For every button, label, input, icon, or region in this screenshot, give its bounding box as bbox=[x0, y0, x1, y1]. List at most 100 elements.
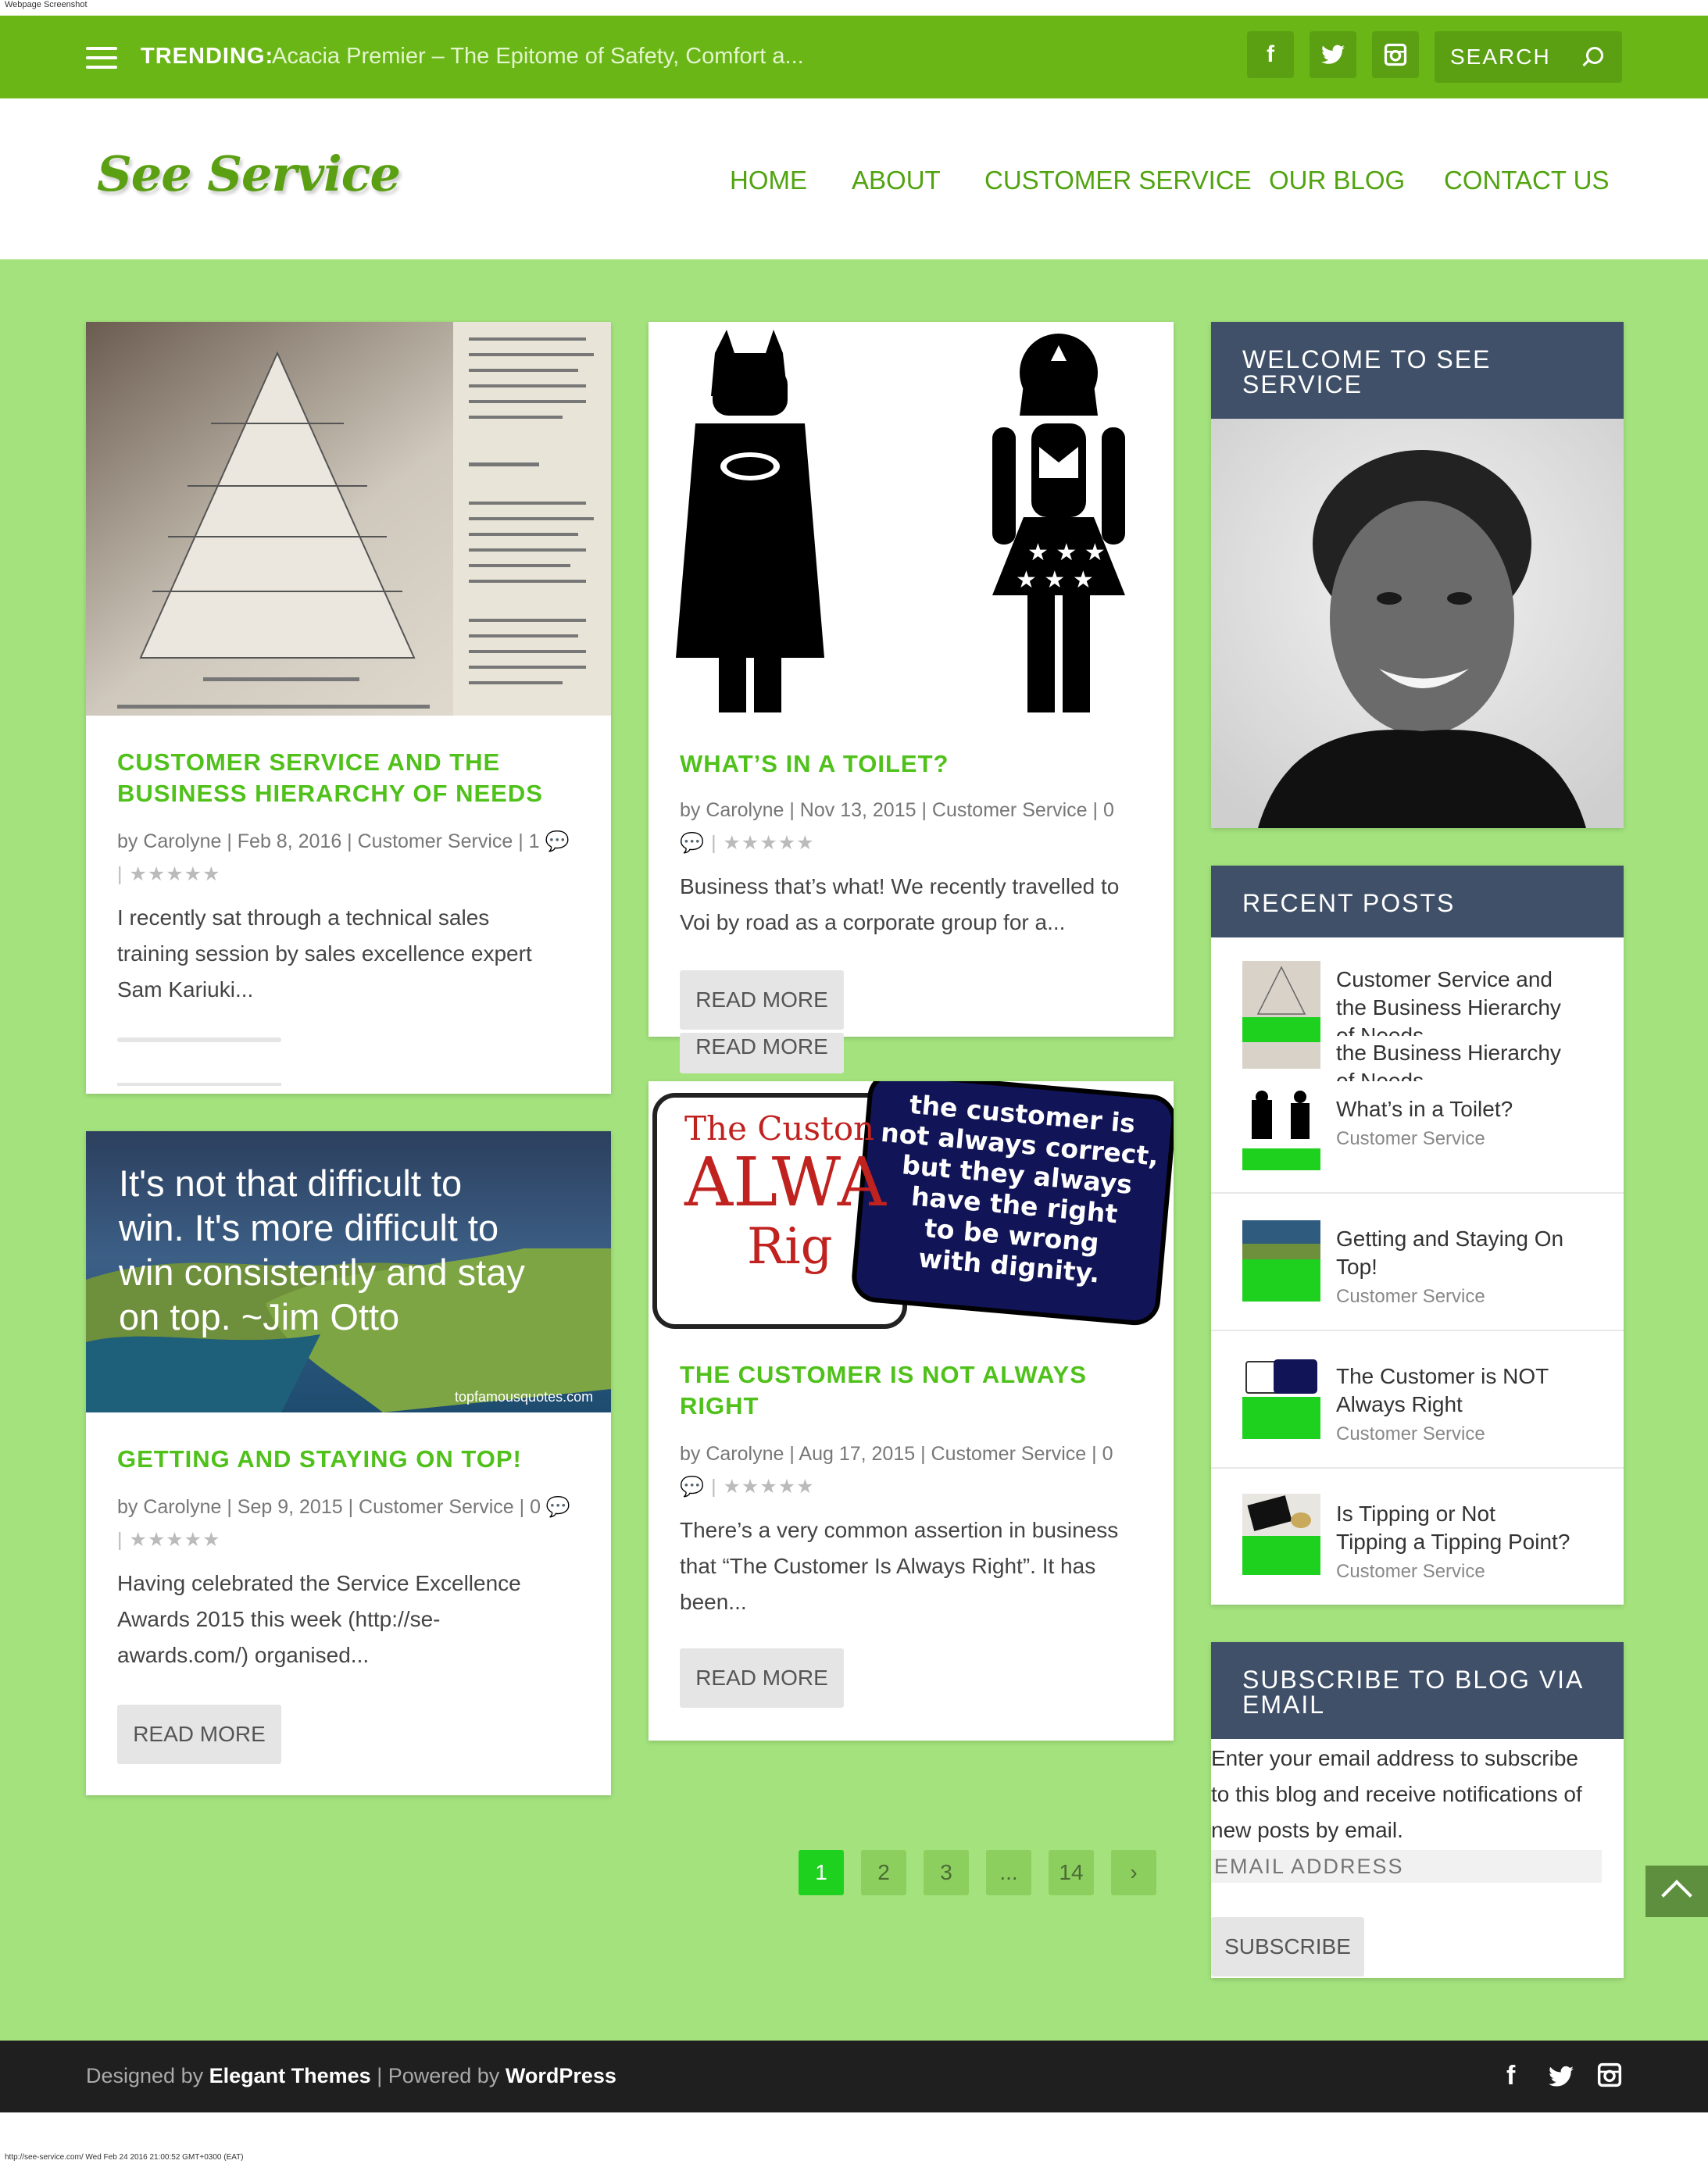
top-bar: TRENDING: Acacia Premier – The Epitome o… bbox=[0, 16, 1708, 98]
twitter-icon[interactable] bbox=[1310, 31, 1356, 78]
read-more-button-clipped[interactable] bbox=[117, 1037, 281, 1042]
subscribe-button[interactable]: SUBSCRIBE bbox=[1211, 1917, 1364, 1977]
post-excerpt: I recently sat through a technical sales bbox=[117, 905, 490, 930]
recent-post-thumb[interactable] bbox=[1242, 1358, 1320, 1439]
sign-right-text: the customer is not always correct, but … bbox=[879, 1088, 1160, 1289]
bottom-caption: http://see-service.com/ Wed Feb 24 2016 … bbox=[5, 2153, 244, 2162]
recent-post-title[interactable]: of Needs bbox=[1336, 1067, 1602, 1081]
recent-post-title[interactable]: of Needs bbox=[1336, 1022, 1602, 1036]
post-excerpt: that “The Customer Is Always Right”. It … bbox=[680, 1554, 1096, 1578]
footer-credits: Designed by Elegant Themes | Powered by … bbox=[86, 2064, 616, 2087]
image-credit: topfamousquotes.com bbox=[455, 1389, 594, 1405]
search-icon[interactable] bbox=[1586, 47, 1603, 64]
recent-post-title[interactable]: What’s in a Toilet? bbox=[1336, 1095, 1602, 1123]
recent-post-category[interactable]: Customer Service bbox=[1336, 1128, 1485, 1150]
twitter-icon[interactable] bbox=[1549, 2064, 1574, 2094]
widget-title: RECENT POSTS bbox=[1211, 866, 1624, 937]
back-to-top-button[interactable] bbox=[1645, 1866, 1708, 1917]
rating-stars: | ★★★★★ bbox=[117, 1529, 221, 1551]
recent-post-title[interactable]: Customer Service and bbox=[1336, 966, 1602, 994]
search-box[interactable] bbox=[1435, 31, 1622, 83]
instagram-icon[interactable] bbox=[1372, 31, 1419, 78]
next-page-button[interactable]: › bbox=[1111, 1850, 1156, 1895]
page-ellipsis: ... bbox=[986, 1850, 1031, 1895]
subscribe-description: Enter your email address to subscribe to… bbox=[1211, 1746, 1582, 1842]
page-caption: Webpage Screenshot bbox=[5, 0, 88, 9]
nav-contact-us[interactable]: CONTACT US bbox=[1444, 166, 1609, 195]
subscribe-widget: SUBSCRIBE TO BLOG VIA EMAIL Enter your e… bbox=[1211, 1642, 1624, 1978]
post-excerpt: awards.com/) organised... bbox=[117, 1643, 370, 1667]
footer-link-elegant-themes[interactable]: Elegant Themes bbox=[209, 2064, 371, 2087]
email-field[interactable] bbox=[1211, 1850, 1602, 1883]
divider bbox=[1211, 1192, 1624, 1194]
recent-post-title[interactable]: Always Right bbox=[1336, 1391, 1602, 1419]
post-excerpt: Business that’s what! We recently travel… bbox=[680, 874, 1120, 898]
page-1-button[interactable]: 1 bbox=[799, 1850, 844, 1895]
post-image-toilet[interactable]: ★ ★ ★ ★ ★ ★ bbox=[649, 322, 1174, 716]
recent-post-category[interactable]: Customer Service bbox=[1336, 1286, 1485, 1308]
post-excerpt: Sam Kariuki... bbox=[117, 977, 254, 1002]
post-meta: by Carolyne | Feb 8, 2016 | Customer Ser… bbox=[117, 830, 570, 852]
recent-post-title[interactable]: The Customer is NOT bbox=[1336, 1362, 1602, 1391]
recent-post-title[interactable]: Is Tipping or Not bbox=[1336, 1500, 1602, 1528]
post-title[interactable]: CUSTOMER SERVICE AND THE bbox=[117, 747, 500, 778]
recent-post-title[interactable]: Getting and Staying On bbox=[1336, 1225, 1602, 1253]
trending-link[interactable]: Acacia Premier – The Epitome of Safety, … bbox=[272, 44, 804, 70]
search-input[interactable] bbox=[1450, 44, 1575, 70]
post-title-line[interactable]: BUSINESS HIERARCHY OF NEEDS bbox=[117, 778, 543, 809]
post-card: The Custon ALWA Rig the customer is not … bbox=[649, 1081, 1174, 1741]
footer-link-wordpress[interactable]: WordPress bbox=[506, 2064, 616, 2087]
read-more-button-ghost[interactable]: READ MORE bbox=[680, 1033, 844, 1073]
nav-customer-service[interactable]: CUSTOMER SERVICE bbox=[984, 166, 1252, 195]
read-more-button[interactable]: READ MORE bbox=[680, 970, 844, 1030]
site-footer: Designed by Elegant Themes | Powered by … bbox=[0, 2041, 1708, 2112]
recent-post-category[interactable]: Customer Service bbox=[1336, 1423, 1485, 1445]
recent-post-title[interactable]: the Business Hierarchy bbox=[1336, 1039, 1602, 1067]
widget-title: SUBSCRIBE TO BLOG VIA EMAIL bbox=[1211, 1642, 1624, 1739]
rating-stars: | ★★★★★ bbox=[117, 863, 221, 885]
widget-title: WELCOME TO SEE SERVICE bbox=[1211, 322, 1624, 419]
nav-home[interactable]: HOME bbox=[730, 166, 807, 195]
page-2-button[interactable]: 2 bbox=[861, 1850, 906, 1895]
site-logo[interactable]: See Service bbox=[97, 145, 401, 202]
menu-icon[interactable] bbox=[86, 47, 117, 70]
svg-text:★ ★ ★: ★ ★ ★ bbox=[1027, 539, 1106, 566]
quote-text: It's not that difficult to win. It's mor… bbox=[119, 1162, 525, 1337]
facebook-icon[interactable]: f bbox=[1247, 31, 1294, 78]
recent-post-title[interactable]: Top! bbox=[1336, 1253, 1602, 1281]
page-3-button[interactable]: 3 bbox=[924, 1850, 969, 1895]
post-title-line[interactable]: RIGHT bbox=[680, 1391, 759, 1422]
recent-posts-widget: RECENT POSTS Customer Service and the Bu… bbox=[1211, 866, 1624, 1605]
author-photo[interactable] bbox=[1211, 419, 1624, 828]
post-excerpt: Voi by road as a corporate group for a..… bbox=[680, 910, 1066, 934]
instagram-icon[interactable] bbox=[1597, 2062, 1622, 2094]
recent-post-thumb[interactable] bbox=[1242, 1494, 1320, 1575]
divider bbox=[1211, 1330, 1624, 1331]
post-excerpt: been... bbox=[680, 1590, 747, 1614]
nav-about[interactable]: ABOUT bbox=[852, 166, 941, 195]
read-more-button[interactable]: READ MORE bbox=[117, 1705, 281, 1764]
post-card: CUSTOMER SERVICE AND THE BUSINESS HIERAR… bbox=[86, 322, 611, 1094]
post-excerpt: Awards 2015 this week (http://se- bbox=[117, 1607, 441, 1631]
post-excerpt: training session by sales excellence exp… bbox=[117, 941, 532, 966]
recent-post-thumb[interactable] bbox=[1242, 1042, 1320, 1069]
facebook-icon[interactable]: f bbox=[1506, 2061, 1515, 2091]
recent-post-thumb[interactable] bbox=[1242, 1089, 1320, 1170]
recent-post-title[interactable]: Tipping a Tipping Point? bbox=[1336, 1528, 1602, 1556]
recent-post-thumb[interactable] bbox=[1242, 961, 1320, 1042]
trending-label: TRENDING: bbox=[141, 44, 274, 69]
recent-post-category[interactable]: Customer Service bbox=[1336, 1561, 1485, 1583]
read-more-button[interactable]: READ MORE bbox=[680, 1648, 844, 1708]
post-title[interactable]: GETTING AND STAYING ON TOP! bbox=[117, 1444, 522, 1475]
post-excerpt: There’s a very common assertion in busin… bbox=[680, 1518, 1119, 1542]
svg-text:★ ★ ★: ★ ★ ★ bbox=[1016, 566, 1094, 594]
site-header: See Service HOME ABOUT CUSTOMER SERVICE … bbox=[0, 98, 1708, 259]
post-excerpt: Having celebrated the Service Excellence bbox=[117, 1571, 521, 1595]
recent-post-thumb[interactable] bbox=[1242, 1220, 1320, 1302]
post-image-hierarchy[interactable] bbox=[86, 322, 611, 716]
page-14-button[interactable]: 14 bbox=[1049, 1850, 1094, 1895]
post-title[interactable]: THE CUSTOMER IS NOT ALWAYS bbox=[680, 1359, 1087, 1391]
post-title[interactable]: WHAT’S IN A TOILET? bbox=[680, 748, 949, 780]
nav-our-blog[interactable]: OUR BLOG bbox=[1269, 166, 1405, 195]
recent-post-title[interactable]: the Business Hierarchy bbox=[1336, 994, 1602, 1022]
